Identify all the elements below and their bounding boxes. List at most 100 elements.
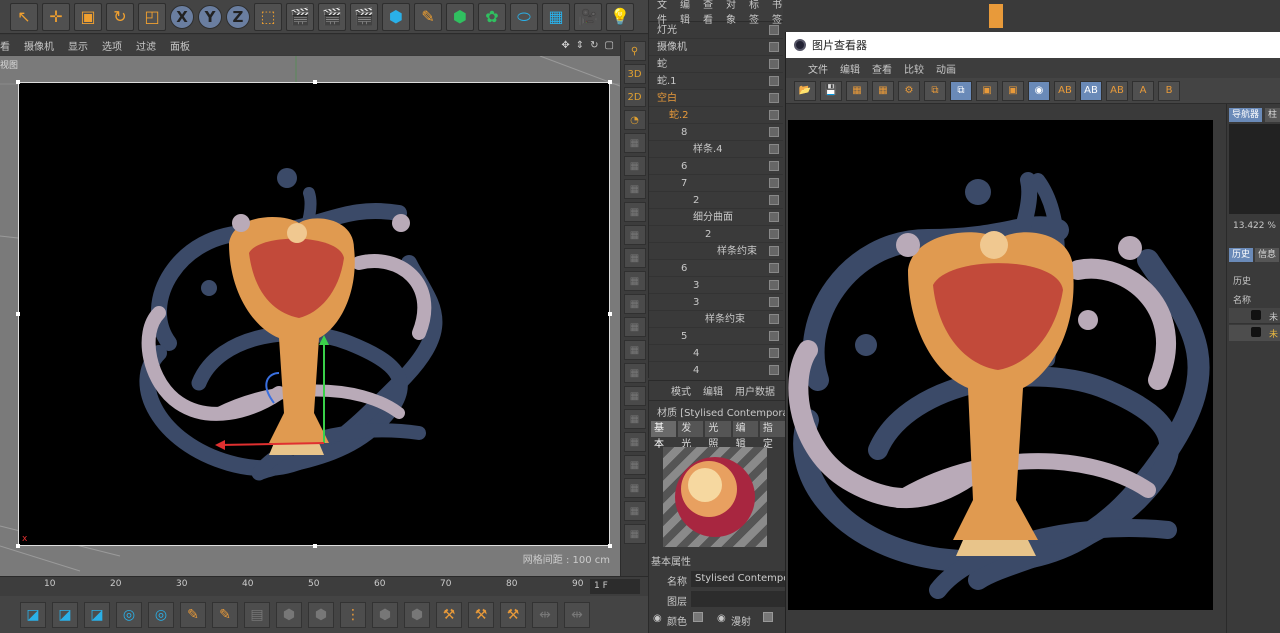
diffuse-radio-icon[interactable]: ◉ <box>717 613 726 624</box>
tool-icon[interactable]: ▦ <box>623 501 646 521</box>
history-entry[interactable]: 未 <box>1229 308 1280 324</box>
y-axis-lock-icon[interactable]: Y <box>198 4 222 29</box>
rotate-tool-icon[interactable]: ↻ <box>106 2 134 31</box>
ab-swap-icon[interactable]: AB <box>1080 80 1102 101</box>
mirror-icon[interactable]: ⇹ <box>532 601 558 628</box>
pv-menu-file[interactable]: 文件 <box>808 61 828 76</box>
object-row[interactable]: 3 <box>649 294 783 311</box>
camera-icon[interactable]: 🎥 <box>574 2 602 31</box>
move-tool-icon[interactable]: ✛ <box>42 2 70 31</box>
diffuse-checkbox[interactable] <box>763 612 773 622</box>
visibility-toggle[interactable] <box>769 42 779 52</box>
visibility-toggle[interactable] <box>769 246 779 256</box>
maximize-icon[interactable]: ▢ <box>605 40 614 51</box>
scale-tool-icon[interactable]: ▣ <box>74 2 102 31</box>
stop-render-icon[interactable]: ▣ <box>976 80 998 101</box>
tool-icon[interactable]: ▦ <box>623 179 646 199</box>
name-field[interactable]: Stylised Contempora <box>691 571 785 587</box>
render-region-icon[interactable]: ▦ <box>872 80 894 101</box>
ab-icon[interactable]: AB <box>1054 80 1076 101</box>
points-snap-icon[interactable]: ⋮ <box>340 601 366 628</box>
light-icon[interactable]: 💡 <box>606 2 634 31</box>
points-mode-icon[interactable]: ◪ <box>20 601 46 628</box>
tool-icon[interactable]: ▦ <box>623 248 646 268</box>
bevel-icon[interactable]: ⬢ <box>308 601 334 628</box>
cube-icon[interactable]: ⬢ <box>382 2 410 31</box>
pv-menu-view[interactable]: 查看 <box>872 61 892 76</box>
layer-field[interactable] <box>691 591 785 607</box>
visibility-toggle[interactable] <box>769 314 779 324</box>
symmetry-icon[interactable]: ◎ <box>148 601 174 628</box>
visibility-toggle[interactable] <box>769 59 779 69</box>
tool-icon[interactable]: ▦ <box>623 524 646 544</box>
pen-icon[interactable]: ✎ <box>414 2 442 31</box>
tab-assign[interactable]: 指定 <box>759 421 785 450</box>
visibility-toggle[interactable] <box>769 178 779 188</box>
tool-icon[interactable]: ▦ <box>623 202 646 222</box>
tab-navigator[interactable]: 导航器 <box>1229 108 1263 122</box>
tab-histogram[interactable]: 柱 <box>1265 108 1280 122</box>
open-icon[interactable]: 📂 <box>794 80 816 101</box>
render-active-icon[interactable]: ◉ <box>1028 80 1050 101</box>
frame-handle[interactable] <box>16 312 20 316</box>
visibility-toggle[interactable] <box>769 161 779 171</box>
ab-split-icon[interactable]: AB <box>1106 80 1128 101</box>
cube-outline-icon[interactable]: ⬢ <box>372 601 398 628</box>
select-tool-icon[interactable]: ↖ <box>10 2 38 31</box>
timeline[interactable]: 10 20 30 40 50 60 70 80 90 1 F <box>0 576 648 596</box>
set-a-icon[interactable]: A <box>1132 80 1154 101</box>
object-row[interactable]: 6 <box>649 260 783 277</box>
save-icon[interactable]: 💾 <box>820 80 842 101</box>
set-b-icon[interactable]: B <box>1158 80 1180 101</box>
x-axis-lock-icon[interactable]: X <box>170 4 194 29</box>
object-row[interactable]: 4 <box>649 345 783 362</box>
tool-icon[interactable]: ▦ <box>623 432 646 452</box>
tool-icon[interactable]: ▦ <box>623 455 646 475</box>
compare-icon[interactable]: ▣ <box>1002 80 1024 101</box>
tool-icon[interactable]: ▦ <box>623 386 646 406</box>
am-menu-userdata[interactable]: 用户数据 <box>735 383 775 398</box>
object-row[interactable]: 7 <box>649 175 783 192</box>
cube-outline2-icon[interactable]: ⬢ <box>404 601 430 628</box>
orbit-icon[interactable]: ↻ <box>590 40 598 51</box>
visibility-toggle[interactable] <box>769 348 779 358</box>
render-settings-icon[interactable]: ⚙ <box>898 80 920 101</box>
current-frame-field[interactable]: 1 F <box>590 579 640 594</box>
color-checkbox[interactable] <box>693 612 703 622</box>
frame-handle[interactable] <box>313 80 317 84</box>
tab-illumination[interactable]: 光照 <box>705 421 731 450</box>
pan-icon[interactable]: ✥ <box>561 40 569 51</box>
frame-handle[interactable] <box>608 312 612 316</box>
object-row[interactable]: 摄像机 <box>649 39 783 56</box>
object-row[interactable]: 2 <box>649 192 783 209</box>
visibility-toggle[interactable] <box>769 212 779 222</box>
object-row[interactable]: 样条约束 <box>649 311 783 328</box>
polygons-mode-icon[interactable]: ◪ <box>84 601 110 628</box>
tab-info[interactable]: 信息 <box>1255 248 1280 262</box>
tool-icon[interactable]: ▦ <box>623 340 646 360</box>
deformer-icon[interactable]: ⬭ <box>510 2 538 31</box>
pv-menu-compare[interactable]: 比较 <box>904 61 924 76</box>
viewport[interactable]: 视图 x 网格间距: 100 cm <box>0 56 620 576</box>
boole-icon[interactable]: ◎ <box>116 601 142 628</box>
render-picture-viewer-icon[interactable]: 🎬 <box>318 2 346 31</box>
render-settings-icon[interactable]: 🎬 <box>350 2 378 31</box>
viewport-menu-filter[interactable]: 过滤 <box>136 38 156 53</box>
edges-mode-icon[interactable]: ◪ <box>52 601 78 628</box>
tool-icon[interactable]: ▦ <box>623 317 646 337</box>
cloner-icon[interactable]: ✿ <box>478 2 506 31</box>
object-row[interactable]: 细分曲面 <box>649 209 783 226</box>
visibility-toggle[interactable] <box>769 93 779 103</box>
history-entry[interactable]: 未 <box>1229 325 1280 341</box>
pv-menu-edit[interactable]: 编辑 <box>840 61 860 76</box>
frame-handle[interactable] <box>608 544 612 548</box>
layer-icon[interactable]: ⧉ <box>950 80 972 101</box>
weld-icon[interactable]: ⇹ <box>564 601 590 628</box>
visibility-toggle[interactable] <box>769 195 779 205</box>
subdivision-icon[interactable]: ⬢ <box>446 2 474 31</box>
tab-history[interactable]: 历史 <box>1229 248 1254 262</box>
tool-icon[interactable]: ▦ <box>623 225 646 245</box>
loop-icon[interactable]: ⚒ <box>468 601 494 628</box>
frame-handle[interactable] <box>313 544 317 548</box>
viewport-menu-display[interactable]: 显示 <box>68 38 88 53</box>
